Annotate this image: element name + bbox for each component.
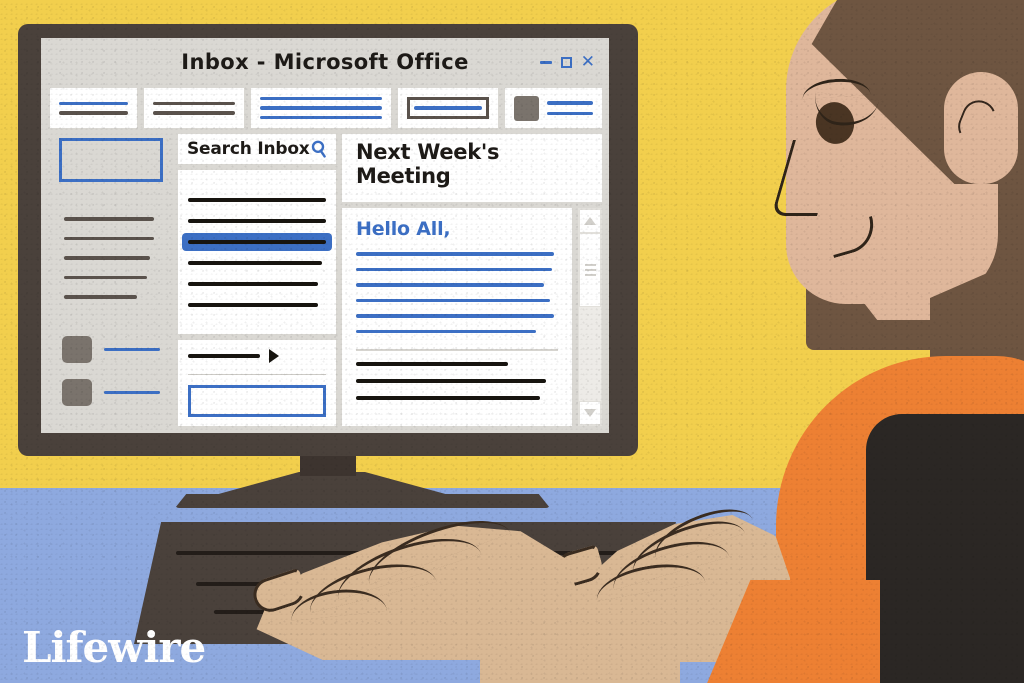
signature-divider — [356, 349, 558, 351]
lifewire-logo: Lifewire — [22, 623, 206, 672]
monitor-screen: Inbox - Microsoft Office ✕ Search Inbox … — [41, 38, 609, 433]
app-body: Search Inbox Next Week's Meeting Hello A… — [50, 134, 602, 426]
scroll-up-button[interactable] — [579, 209, 601, 233]
message-subject-line — [188, 197, 326, 202]
list-item-selected[interactable] — [182, 232, 332, 251]
email-signature-line — [356, 379, 546, 383]
list-item[interactable] — [188, 197, 326, 202]
window-title-bar: Inbox - Microsoft Office ✕ — [41, 38, 609, 86]
toolbar-line — [260, 96, 382, 101]
toolbar-line — [547, 111, 593, 115]
list-item[interactable] — [188, 218, 326, 223]
account-label-line — [104, 347, 160, 352]
group-expand-row[interactable] — [188, 349, 326, 363]
reading-pane-scrollbar[interactable] — [578, 208, 602, 426]
toolbar-avatar-icon — [514, 95, 539, 121]
toolbar-line — [153, 111, 235, 115]
group-label-line — [188, 354, 260, 358]
message-subject-line — [188, 260, 322, 265]
office-chair-back — [866, 414, 1024, 683]
email-subject: Next Week's Meeting — [356, 140, 500, 188]
email-signature-line — [356, 396, 540, 400]
monitor-stand-neck — [300, 456, 356, 476]
sidebar-item-folder[interactable] — [64, 236, 155, 241]
window-controls: ✕ — [539, 52, 595, 72]
email-body-line — [356, 298, 550, 302]
sidebar-account-row[interactable] — [62, 379, 160, 406]
email-body-line — [356, 267, 552, 271]
scrollbar-track[interactable] — [579, 233, 601, 401]
toolbar-line — [59, 111, 128, 115]
sidebar-new-mail-box[interactable] — [59, 138, 163, 182]
toolbar-line — [547, 101, 593, 105]
list-item[interactable] — [188, 260, 326, 265]
sidebar-account-row[interactable] — [62, 336, 160, 363]
email-body-line — [356, 283, 544, 287]
search-inbox-field[interactable]: Search Inbox — [178, 134, 336, 164]
minimize-icon[interactable] — [539, 60, 552, 64]
toolbar-item-3[interactable] — [251, 88, 391, 128]
sidebar-item-folder[interactable] — [64, 256, 151, 260]
grip-lines-icon — [584, 264, 596, 276]
play-triangle-icon[interactable] — [269, 349, 279, 363]
ribbon-toolbar — [50, 88, 602, 128]
message-list — [178, 170, 336, 334]
email-greeting: Hello All, — [356, 218, 451, 240]
sidebar-folder-list — [50, 193, 172, 323]
account-avatar-icon — [62, 336, 92, 363]
account-avatar-icon — [62, 379, 92, 406]
toolbar-line — [260, 115, 382, 120]
message-subject-line — [188, 281, 318, 286]
message-subject-line — [188, 302, 318, 307]
email-body-line — [356, 329, 536, 333]
message-subject-line — [188, 239, 326, 244]
toolbar-item-1[interactable] — [50, 88, 137, 128]
scroll-down-button[interactable] — [579, 401, 601, 425]
email-signature-line — [356, 362, 508, 366]
scroll-up-icon — [584, 217, 596, 225]
reading-pane-header: Next Week's Meeting — [342, 134, 602, 202]
sidebar — [50, 134, 172, 426]
window-title: Inbox - Microsoft Office — [181, 50, 469, 74]
magnifier-icon[interactable] — [311, 140, 328, 158]
list-item[interactable] — [188, 281, 326, 286]
sidebar-accounts-list — [50, 330, 172, 412]
search-input-label: Search Inbox — [187, 139, 310, 159]
scrollbar-thumb[interactable] — [579, 233, 601, 307]
toolbar-line — [153, 101, 235, 105]
message-list-footer — [178, 340, 336, 426]
list-item[interactable] — [188, 302, 326, 307]
reading-pane: Next Week's Meeting Hello All, — [342, 134, 602, 426]
message-subject-line — [188, 218, 326, 223]
illustration-scene: Inbox - Microsoft Office ✕ Search Inbox … — [0, 0, 1024, 683]
toolbar-field-line — [414, 106, 482, 110]
toolbar-search-field[interactable] — [398, 88, 498, 128]
account-label-line — [104, 390, 160, 395]
compose-button[interactable] — [188, 385, 326, 417]
sidebar-panel-top — [50, 134, 172, 186]
sidebar-item-folder[interactable] — [64, 217, 155, 221]
toolbar-item-5[interactable] — [505, 88, 602, 128]
email-body-line — [356, 314, 554, 318]
sidebar-item-folder[interactable] — [64, 275, 147, 280]
message-list-pane: Search Inbox — [178, 134, 336, 426]
maximize-icon[interactable] — [560, 56, 572, 68]
email-body-line — [356, 252, 554, 256]
sidebar-item-folder[interactable] — [64, 295, 138, 299]
email-body: Hello All, — [342, 208, 572, 426]
toolbar-line — [260, 106, 382, 110]
close-icon[interactable]: ✕ — [581, 52, 595, 72]
toolbar-field-outline — [407, 97, 489, 119]
toolbar-item-2[interactable] — [144, 88, 244, 128]
scroll-down-icon — [584, 409, 596, 417]
divider — [188, 374, 326, 376]
reading-pane-body-wrap: Hello All, — [342, 208, 602, 426]
toolbar-line — [59, 101, 128, 105]
